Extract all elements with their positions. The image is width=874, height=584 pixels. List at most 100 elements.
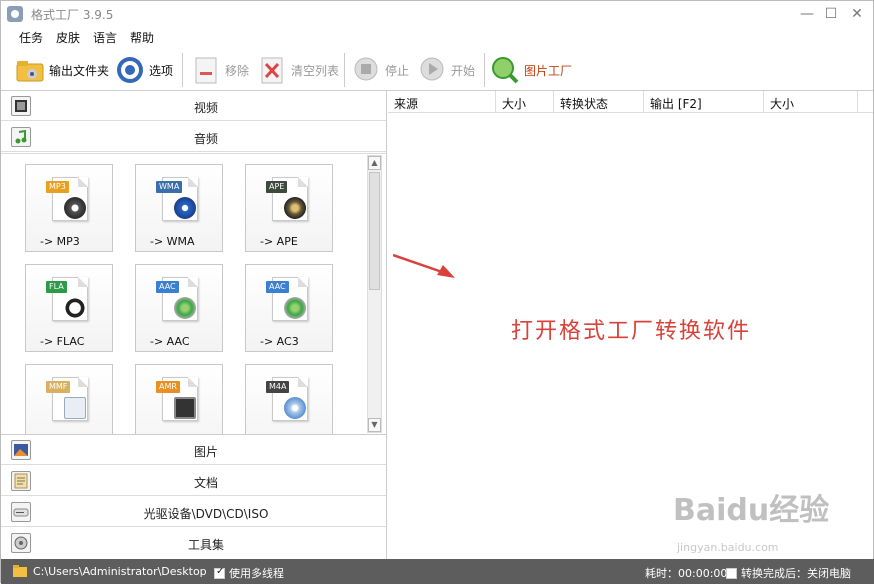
app-logo-icon (7, 6, 23, 22)
category-tools-label: 工具集 (187, 538, 224, 552)
shutdown-checkbox[interactable]: 转换完成后：关闭电脑 (726, 565, 851, 581)
output-folder-button[interactable]: 输出文件夹 (15, 52, 109, 88)
device-icon (174, 397, 196, 419)
toolbar-divider (182, 53, 183, 87)
tile-ac3[interactable]: AAC -> AC3 (245, 264, 333, 352)
window-title: 格式工厂 3.9.5 (31, 8, 114, 22)
remove-icon (191, 55, 221, 85)
folder-small-icon[interactable] (13, 565, 27, 580)
tile-label: -> MP3 (40, 235, 80, 248)
column-status[interactable]: 转换状态 (554, 91, 644, 113)
category-video[interactable]: 视频 (1, 91, 386, 121)
folder-icon (15, 55, 45, 85)
toolbar-divider (344, 53, 345, 87)
scroll-down-button[interactable]: ▼ (368, 418, 381, 432)
minimize-button[interactable]: — (794, 3, 820, 25)
format-badge: WMA (156, 181, 183, 193)
menu-skin[interactable]: 皮肤 (56, 29, 80, 46)
column-output[interactable]: 输出 [F2] (644, 91, 764, 113)
watermark-logo: Baidu经验 (673, 493, 830, 528)
grid-scrollbar[interactable]: ▲ ▼ (367, 155, 382, 433)
category-tools[interactable]: 工具集 (1, 528, 386, 558)
format-badge: M4A (266, 381, 290, 393)
status-bar: C:\Users\Administrator\Desktop 使用多线程 耗时：… (1, 559, 874, 584)
scroll-up-button[interactable]: ▲ (368, 156, 381, 170)
category-document[interactable]: 文档 (1, 466, 386, 496)
checkbox-checked[interactable] (214, 566, 225, 579)
gear-icon (115, 55, 145, 85)
music-cd-icon (284, 397, 306, 419)
menu-help[interactable]: 帮助 (130, 29, 154, 46)
tile-label: -> AAC (150, 335, 190, 348)
category-rom-device[interactable]: 光驱设备\DVD\CD\ISO (1, 497, 386, 527)
app-window: 格式工厂 3.9.5 — ☐ ✕ 任务 皮肤 语言 帮助 输出文件夹 选项 移除… (0, 0, 874, 584)
multithread-checkbox[interactable]: 使用多线程 (214, 565, 284, 581)
shutdown-label: 转换完成后：关闭电脑 (741, 567, 851, 580)
toolbar: 输出文件夹 选项 移除 清空列表 停止 开始 图片工厂 (1, 49, 873, 91)
annotation-text: 打开格式工厂转换软件 (511, 319, 752, 344)
checkbox-unchecked[interactable] (726, 568, 737, 579)
speaker-icon (64, 197, 86, 219)
stop-button[interactable]: 停止 (351, 52, 409, 88)
category-rom-label: 光驱设备\DVD\CD\ISO (143, 507, 269, 521)
message-icon (64, 397, 86, 419)
tile-mmf[interactable]: MMF (25, 364, 113, 434)
format-badge: AAC (266, 281, 289, 293)
multithread-label: 使用多线程 (229, 567, 284, 580)
speaker-icon (174, 297, 196, 319)
category-audio[interactable]: 音频 (1, 122, 386, 152)
picture-factory-button[interactable]: 图片工厂 (490, 52, 572, 88)
headphones-icon (64, 297, 86, 319)
options-button[interactable]: 选项 (115, 52, 173, 88)
tile-ape[interactable]: APE -> APE (245, 164, 333, 252)
toolbar-divider (484, 53, 485, 87)
clear-list-button[interactable]: 清空列表 (257, 52, 339, 88)
annotation-arrow (393, 253, 455, 278)
audio-format-grid: MP3 -> MP3 WMA -> WMA APE -> APE FLA -> (1, 153, 386, 435)
category-panel: 视频 音频 MP3 -> MP3 WMA -> WMA APE -> APE F… (1, 91, 387, 559)
tile-wma[interactable]: WMA -> WMA (135, 164, 223, 252)
stop-label: 停止 (385, 63, 410, 78)
tile-mp3[interactable]: MP3 -> MP3 (25, 164, 113, 252)
column-filler (858, 91, 873, 113)
tile-flac[interactable]: FLA -> FLAC (25, 264, 113, 352)
tile-aac[interactable]: AAC -> AAC (135, 264, 223, 352)
tile-label: -> FLAC (40, 335, 85, 348)
clear-icon (257, 55, 287, 85)
remove-label: 移除 (225, 63, 250, 78)
play-circle-icon (174, 197, 196, 219)
tile-label: -> WMA (150, 235, 195, 248)
output-path[interactable]: C:\Users\Administrator\Desktop (33, 565, 207, 578)
close-button[interactable]: ✕ (844, 3, 870, 25)
category-picture[interactable]: 图片 (1, 435, 386, 465)
guitar-icon (284, 197, 306, 219)
column-size[interactable]: 大小 (496, 91, 554, 113)
format-badge: AAC (156, 281, 179, 293)
tile-label: -> APE (260, 235, 298, 248)
clear-list-label: 清空列表 (291, 63, 340, 78)
stop-icon (351, 55, 381, 85)
title-bar: 格式工厂 3.9.5 — ☐ ✕ (1, 1, 873, 27)
menu-language[interactable]: 语言 (93, 29, 117, 46)
maximize-button[interactable]: ☐ (818, 3, 844, 25)
magnifier-icon (490, 55, 520, 85)
column-output-size[interactable]: 大小 (764, 91, 858, 113)
column-source[interactable]: 来源 (388, 91, 496, 113)
remove-button[interactable]: 移除 (191, 52, 249, 88)
category-document-label: 文档 (193, 476, 218, 490)
menu-task[interactable]: 任务 (19, 29, 43, 46)
category-picture-label: 图片 (193, 445, 218, 459)
options-label: 选项 (149, 63, 174, 78)
category-video-label: 视频 (193, 101, 218, 115)
start-button[interactable]: 开始 (417, 52, 475, 88)
tile-amr[interactable]: AMR (135, 364, 223, 434)
watermark-url: jingyan.baidu.com (677, 541, 779, 554)
format-badge: MP3 (46, 181, 69, 193)
scroll-thumb[interactable] (369, 172, 380, 290)
category-audio-label: 音频 (193, 132, 218, 146)
tile-label: -> AC3 (260, 335, 299, 348)
picture-factory-label: 图片工厂 (524, 63, 573, 78)
format-badge: FLA (46, 281, 67, 293)
format-badge: APE (266, 181, 288, 193)
tile-m4a[interactable]: M4A (245, 364, 333, 434)
